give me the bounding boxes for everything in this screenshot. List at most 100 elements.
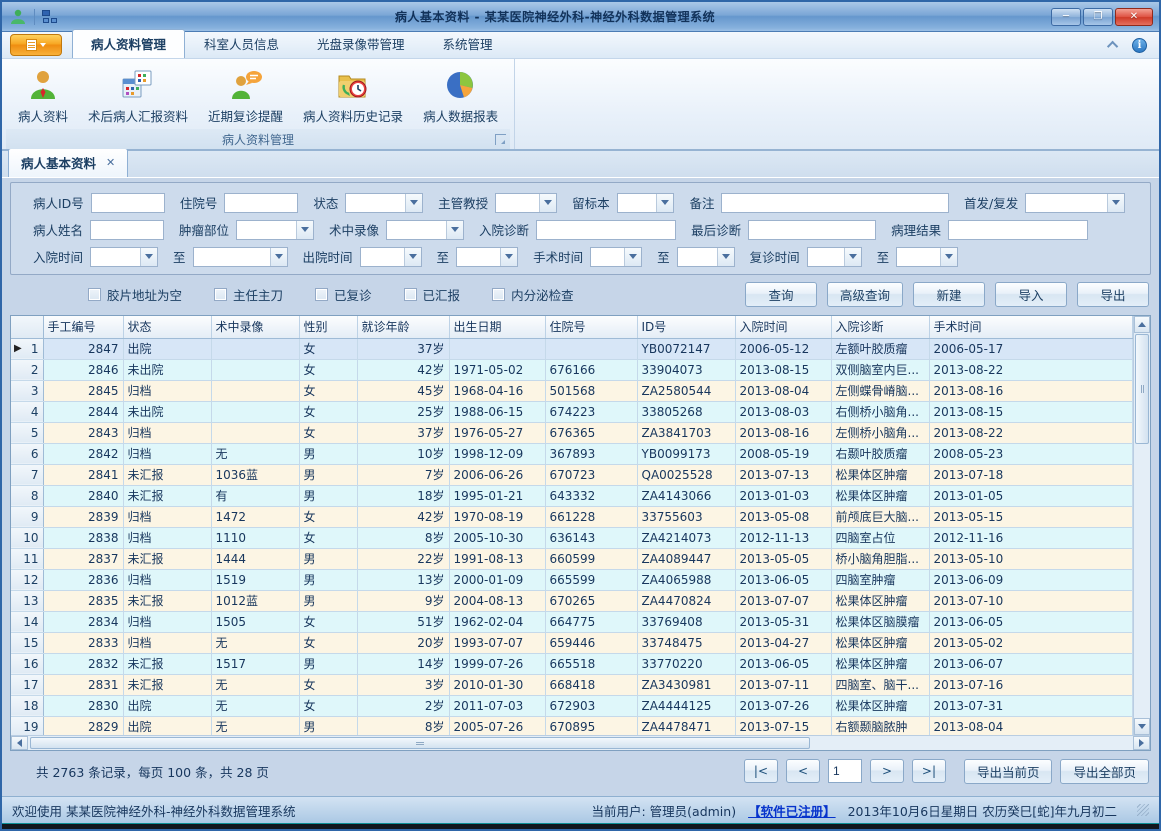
table-cell[interactable]: 2013-07-26	[735, 695, 831, 716]
row-number-cell[interactable]: 15	[11, 632, 43, 653]
table-cell[interactable]: 37岁	[357, 338, 449, 359]
minimize-button[interactable]: ─	[1051, 8, 1081, 26]
table-cell[interactable]: 660599	[545, 548, 637, 569]
horizontal-scroll-thumb[interactable]	[30, 737, 810, 749]
table-cell[interactable]: 2013-01-05	[929, 485, 1133, 506]
table-cell[interactable]: 2846	[43, 359, 123, 380]
table-cell[interactable]: 1999-07-26	[449, 653, 545, 674]
first-page-button[interactable]: |<	[744, 759, 778, 783]
close-button[interactable]: ✕	[1115, 8, 1153, 26]
table-cell[interactable]: 2013-07-15	[735, 716, 831, 735]
chevron-down-icon[interactable]	[624, 248, 641, 266]
table-cell[interactable]: ZA3430981	[637, 674, 735, 695]
table-cell[interactable]: 2013-07-31	[929, 695, 1133, 716]
table-cell[interactable]	[449, 338, 545, 359]
table-cell[interactable]: 2013-07-10	[929, 590, 1133, 611]
table-cell[interactable]: 674223	[545, 401, 637, 422]
row-number-cell[interactable]: 16	[11, 653, 43, 674]
chevron-down-icon[interactable]	[656, 194, 673, 212]
table-cell[interactable]: 2013-08-22	[929, 422, 1133, 443]
table-cell[interactable]: 42岁	[357, 506, 449, 527]
table-cell[interactable]: 2830	[43, 695, 123, 716]
table-row[interactable]: 112837未汇报1444男22岁1991-08-13660599ZA40894…	[11, 548, 1133, 569]
table-cell[interactable]: ZA4214073	[637, 527, 735, 548]
table-row[interactable]: 22846未出院女42岁1971-05-02676166339040732013…	[11, 359, 1133, 380]
filter-input[interactable]	[224, 193, 298, 213]
export-all-pages-button[interactable]: 导出全部页	[1060, 759, 1149, 784]
collapse-ribbon-icon[interactable]	[1107, 41, 1118, 52]
row-number-cell[interactable]: 8	[11, 485, 43, 506]
table-cell[interactable]: 松果体区脑膜瘤	[831, 611, 929, 632]
filter-combo[interactable]	[386, 220, 464, 240]
table-cell[interactable]: 2839	[43, 506, 123, 527]
table-cell[interactable]: 2838	[43, 527, 123, 548]
table-row[interactable]: 182830出院无女2岁2011-07-03672903ZA4444125201…	[11, 695, 1133, 716]
table-cell[interactable]: 四脑室占位	[831, 527, 929, 548]
table-cell[interactable]: 10岁	[357, 443, 449, 464]
table-cell[interactable]: 20岁	[357, 632, 449, 653]
table-cell[interactable]: 2岁	[357, 695, 449, 716]
table-cell[interactable]: 1995-01-21	[449, 485, 545, 506]
row-number-cell[interactable]: 6	[11, 443, 43, 464]
table-cell[interactable]: 出院	[123, 716, 211, 735]
query-button[interactable]: 查询	[745, 282, 817, 307]
filter-combo[interactable]	[495, 193, 557, 213]
table-cell[interactable]: 643332	[545, 485, 637, 506]
horizontal-scrollbar[interactable]	[11, 735, 1150, 750]
table-cell[interactable]: 1519	[211, 569, 299, 590]
filter-input[interactable]	[748, 220, 876, 240]
table-cell[interactable]: 2012-11-13	[735, 527, 831, 548]
table-cell[interactable]: 2013-08-15	[735, 359, 831, 380]
table-cell[interactable]: 13岁	[357, 569, 449, 590]
table-cell[interactable]: 松果体区肿瘤	[831, 485, 929, 506]
table-cell[interactable]: 未汇报	[123, 590, 211, 611]
chevron-down-icon[interactable]	[140, 248, 157, 266]
table-cell[interactable]: 四脑室肿瘤	[831, 569, 929, 590]
column-header[interactable]: 入院诊断	[831, 316, 929, 338]
export-button[interactable]: 导出	[1077, 282, 1149, 307]
table-cell[interactable]: 2013-08-22	[929, 359, 1133, 380]
table-cell[interactable]: 1472	[211, 506, 299, 527]
table-cell[interactable]: 未汇报	[123, 464, 211, 485]
filter-combo[interactable]	[590, 247, 642, 267]
table-cell[interactable]: 四脑室、脑干...	[831, 674, 929, 695]
column-header[interactable]: 手术时间	[929, 316, 1133, 338]
table-cell[interactable]: 1998-12-09	[449, 443, 545, 464]
column-header[interactable]: 就诊年龄	[357, 316, 449, 338]
export-current-page-button[interactable]: 导出当前页	[964, 759, 1053, 784]
filter-combo[interactable]	[1025, 193, 1125, 213]
table-cell[interactable]: 2840	[43, 485, 123, 506]
table-cell[interactable]: 636143	[545, 527, 637, 548]
table-row[interactable]: 142834归档1505女51岁1962-02-0466477533769408…	[11, 611, 1133, 632]
table-cell[interactable]: 664775	[545, 611, 637, 632]
chevron-down-icon[interactable]	[1107, 194, 1124, 212]
table-cell[interactable]: 左额叶胶质瘤	[831, 338, 929, 359]
chevron-down-icon[interactable]	[539, 194, 556, 212]
table-cell[interactable]: 1110	[211, 527, 299, 548]
table-cell[interactable]: ZA4089447	[637, 548, 735, 569]
filter-input[interactable]	[948, 220, 1088, 240]
table-cell[interactable]: 14岁	[357, 653, 449, 674]
filter-combo[interactable]	[193, 247, 288, 267]
table-cell[interactable]: 2008-05-19	[735, 443, 831, 464]
row-number-cell[interactable]: 12	[11, 569, 43, 590]
table-cell[interactable]: 2844	[43, 401, 123, 422]
table-cell[interactable]: 2013-01-03	[735, 485, 831, 506]
table-cell[interactable]: 33748475	[637, 632, 735, 653]
table-cell[interactable]: 2013-05-02	[929, 632, 1133, 653]
menu-tab-patient-data[interactable]: 病人资料管理	[72, 29, 185, 58]
table-cell[interactable]: 2829	[43, 716, 123, 735]
table-cell[interactable]: 2006-06-26	[449, 464, 545, 485]
table-row[interactable]: 92839归档1472女42岁1970-08-19661228337556032…	[11, 506, 1133, 527]
table-cell[interactable]: 女	[299, 380, 357, 401]
table-cell[interactable]: 未出院	[123, 359, 211, 380]
table-cell[interactable]: 无	[211, 443, 299, 464]
resize-grip[interactable]	[1137, 804, 1149, 816]
table-cell[interactable]: 42岁	[357, 359, 449, 380]
chevron-down-icon[interactable]	[500, 248, 517, 266]
table-cell[interactable]	[211, 422, 299, 443]
table-cell[interactable]: ZA4478471	[637, 716, 735, 735]
table-cell[interactable]: 2013-08-15	[929, 401, 1133, 422]
table-cell[interactable]: 2013-08-03	[735, 401, 831, 422]
vertical-scrollbar[interactable]	[1133, 316, 1150, 735]
